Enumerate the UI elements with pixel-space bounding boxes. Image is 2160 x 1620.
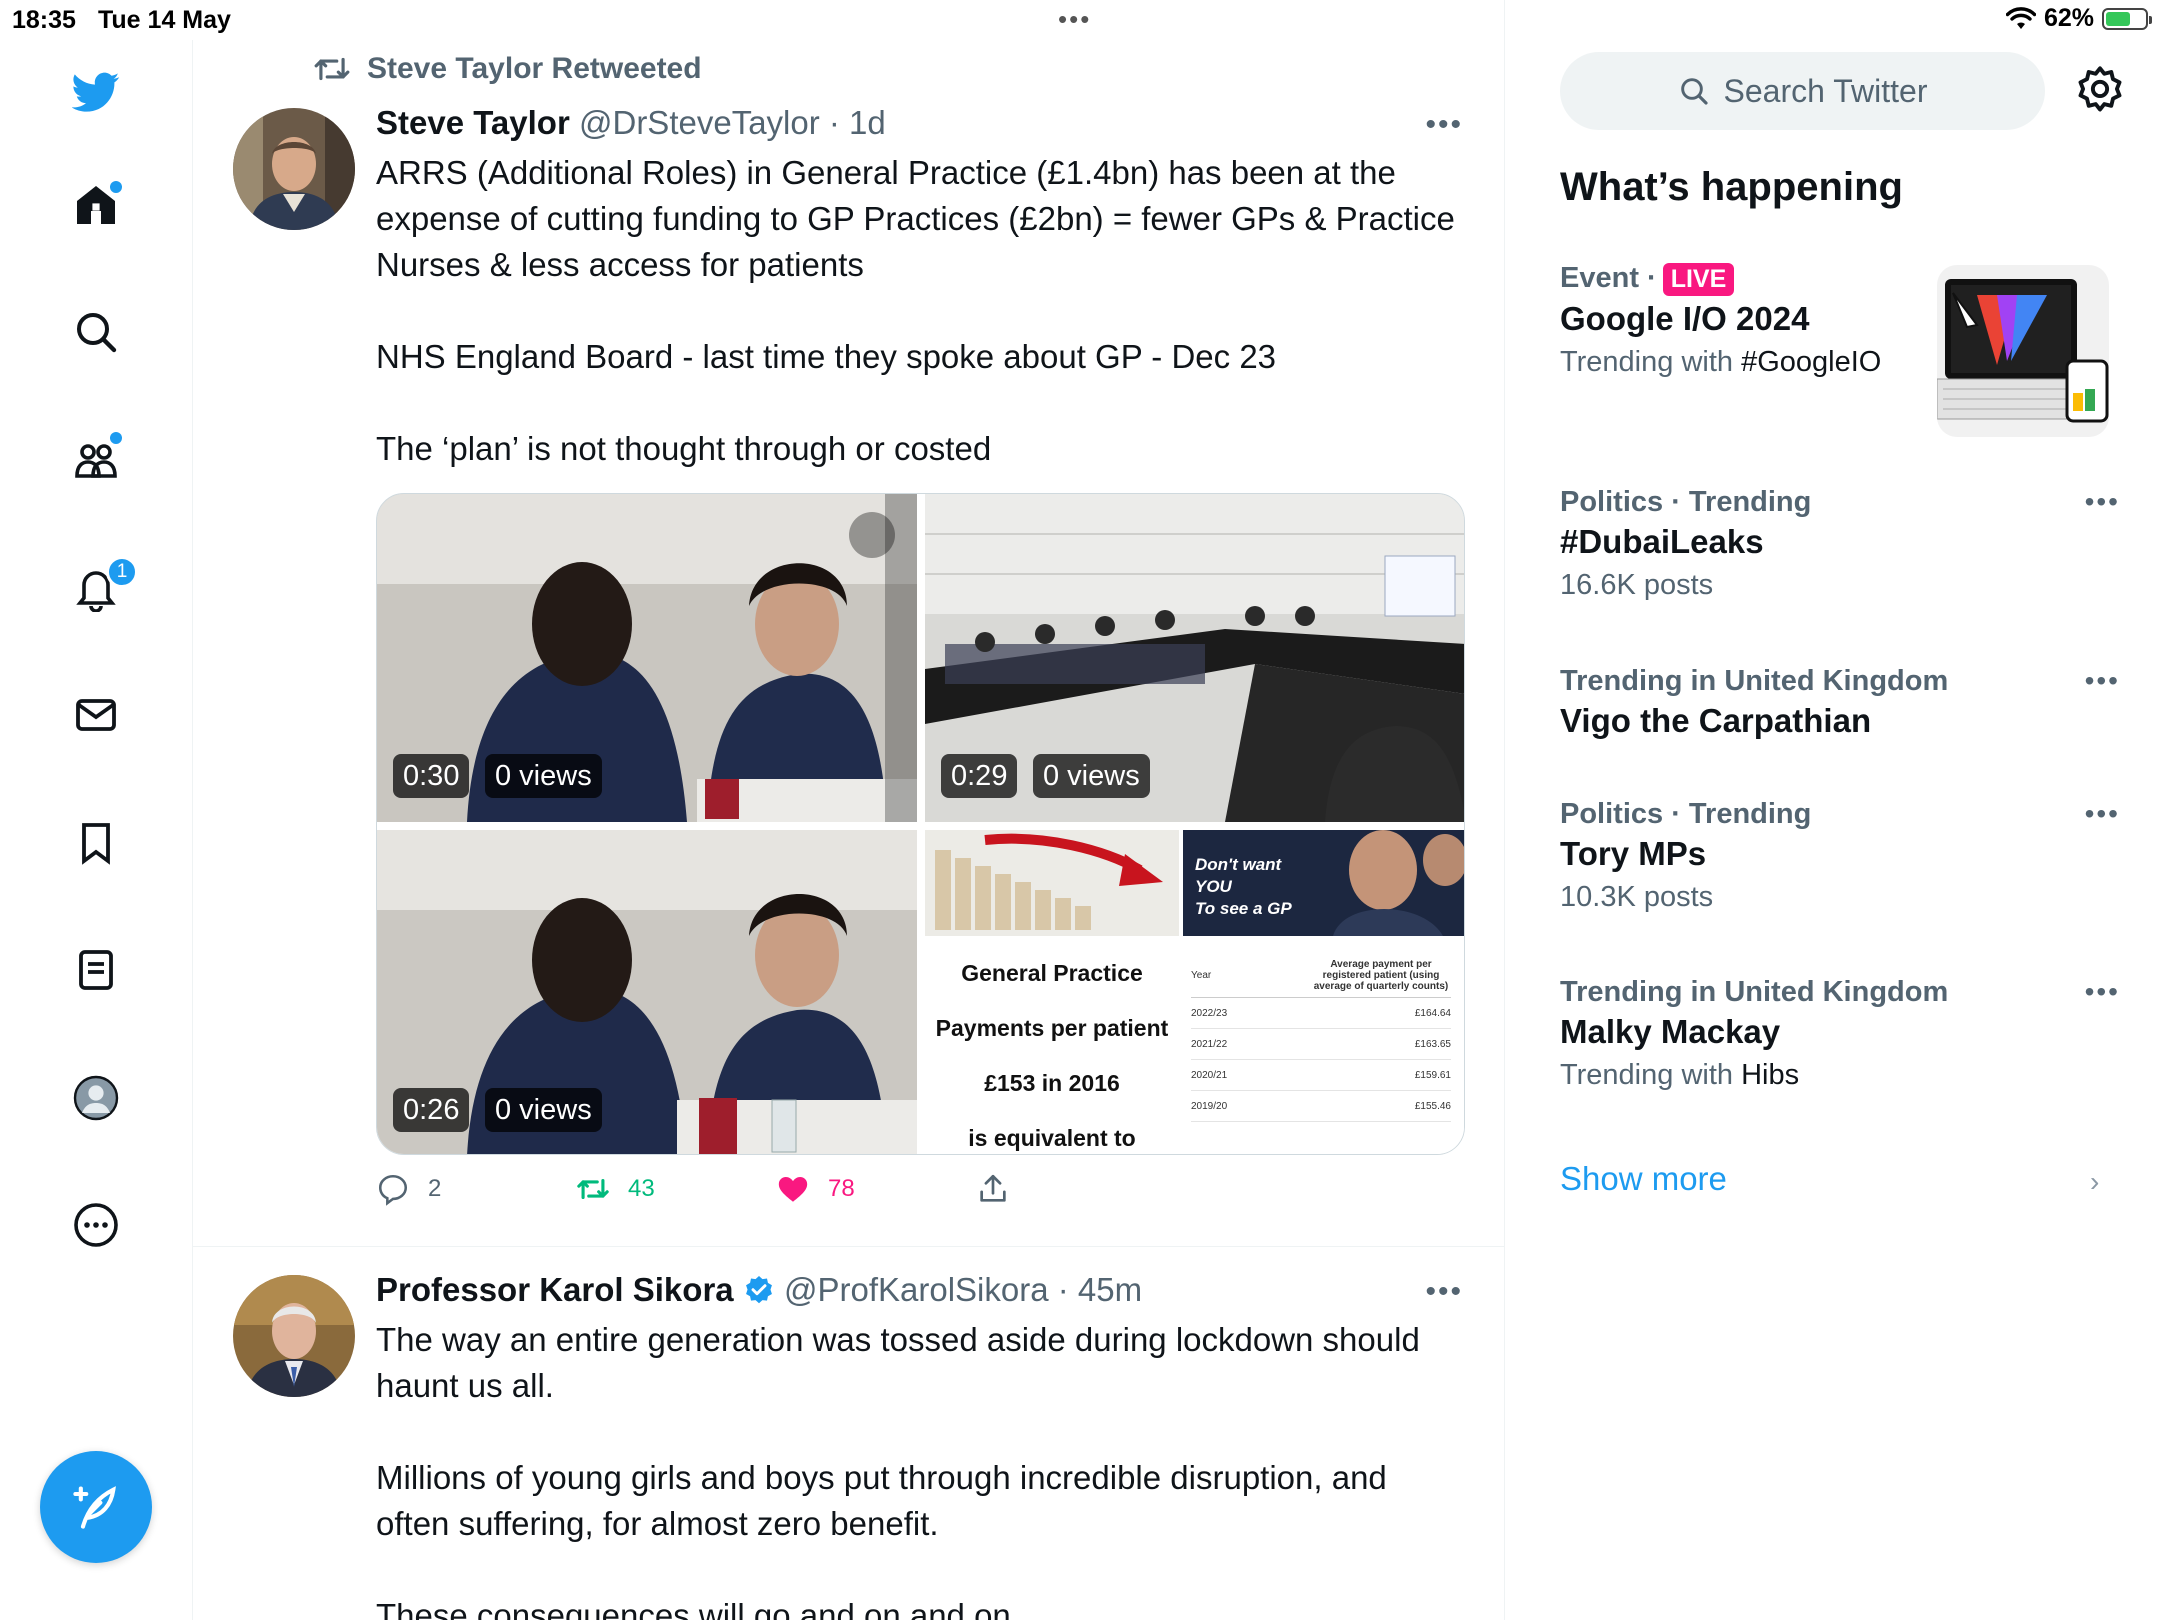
trend-item-malky-mackay[interactable]: Trending in United Kingdom Malky Mackay … xyxy=(1560,976,2120,1092)
tweet-text: ARRS (Additional Roles) in General Pract… xyxy=(376,154,1455,467)
lists-icon[interactable] xyxy=(66,940,126,1000)
verified-badge-icon xyxy=(745,1276,772,1304)
retweet-count: 43 xyxy=(628,1175,655,1202)
video-views: 0 views xyxy=(485,1088,602,1132)
search-icon xyxy=(1680,78,1708,105)
tweet-header: Professor Karol Sikora @ProfKarolSikora … xyxy=(376,1271,1142,1309)
author-handle[interactable]: @ProfKarolSikora xyxy=(784,1271,1049,1308)
compose-feather-icon xyxy=(73,1486,116,1529)
trend-posts-count: 16.6K posts xyxy=(1560,569,1714,601)
video-duration: 0:29 xyxy=(941,754,1018,798)
trend-hashtag[interactable]: #GoogleIO xyxy=(1741,346,1881,378)
retweeted-by-label: Steve Taylor Retweeted xyxy=(367,52,702,85)
author-name[interactable]: Professor Karol Sikora xyxy=(376,1271,734,1308)
search-icon[interactable] xyxy=(66,302,126,362)
like-count: 78 xyxy=(828,1175,855,1202)
event-thumbnail[interactable] xyxy=(1937,265,2109,437)
retweet-context: Steve Taylor Retweeted xyxy=(313,52,702,86)
left-navigation: 1 xyxy=(0,40,193,1620)
video-duration: 0:30 xyxy=(393,754,470,798)
reply-icon xyxy=(378,1174,408,1206)
right-sidebar: Search Twitter What’s happening Event · L… xyxy=(1505,0,2160,1620)
trend-category: Trending in United Kingdom xyxy=(1560,665,1949,697)
tweet-time[interactable]: · 1d xyxy=(829,104,886,141)
reply-count: 2 xyxy=(428,1175,442,1202)
trend-title: Vigo the Carpathian xyxy=(1560,702,1872,739)
home-icon[interactable] xyxy=(66,175,126,235)
hide-sensitive-icon[interactable] xyxy=(849,512,895,558)
search-placeholder: Search Twitter xyxy=(1723,72,1928,109)
video-views: 0 views xyxy=(1033,754,1150,798)
reply-button[interactable]: 2 xyxy=(376,1172,441,1206)
trend-sub: Trending with xyxy=(1560,1059,1742,1091)
retweet-icon xyxy=(314,57,350,81)
trend-sub: Trending with xyxy=(1560,346,1742,378)
messages-envelope-icon[interactable] xyxy=(66,685,126,745)
trend-posts-count: 10.3K posts xyxy=(1560,881,1714,913)
heart-icon xyxy=(778,1176,808,1202)
communities-unread-dot xyxy=(110,432,122,444)
video-duration: 0:26 xyxy=(393,1088,470,1132)
tweet-actions: 2 43 78 xyxy=(376,1172,1076,1222)
compose-tweet-button[interactable] xyxy=(40,1451,152,1563)
tweet-header: Steve Taylor @DrSteveTaylor · 1d xyxy=(376,104,886,142)
home-unread-dot xyxy=(110,181,122,193)
trend-more-icon[interactable]: ••• xyxy=(2085,798,2120,830)
status-time: 18:35 xyxy=(12,6,76,34)
trend-title: #DubaiLeaks xyxy=(1560,523,1764,560)
overlay-photo: Don't want YOU To see a GP xyxy=(1183,830,1464,936)
tweet-time[interactable]: · 45m xyxy=(1058,1271,1142,1308)
trend-more-icon[interactable]: ••• xyxy=(2085,665,2120,697)
video-thumbnail-2[interactable]: 0:29 0 views xyxy=(925,494,1464,822)
tweet-karol-sikora[interactable]: Professor Karol Sikora @ProfKarolSikora … xyxy=(193,1247,1505,1620)
trend-category: Politics · Trending xyxy=(1560,798,1812,830)
twitter-logo-icon[interactable] xyxy=(66,62,126,122)
payments-table: Year Average payment per registered pati… xyxy=(1191,954,1451,1122)
tweet-more-icon[interactable]: ••• xyxy=(1425,108,1463,142)
whats-happening-title: What’s happening xyxy=(1560,165,1903,209)
trend-title: Tory MPs xyxy=(1560,835,1707,872)
image-thumbnail-payments[interactable]: Don't want YOU To see a GP General Pract… xyxy=(925,830,1464,1154)
trend-item-tory-mps[interactable]: Politics · Trending Tory MPs 10.3K posts… xyxy=(1560,798,2120,914)
video-views: 0 views xyxy=(485,754,602,798)
communities-icon[interactable] xyxy=(66,430,126,490)
notifications-badge: 1 xyxy=(106,556,138,588)
author-handle[interactable]: @DrSteveTaylor xyxy=(579,104,820,141)
share-icon xyxy=(980,1174,1006,1202)
notifications-bell-icon[interactable]: 1 xyxy=(66,556,138,618)
share-button[interactable] xyxy=(976,1172,1010,1206)
live-badge: LIVE xyxy=(1662,263,1735,296)
like-button[interactable]: 78 xyxy=(776,1172,855,1206)
retweet-button[interactable]: 43 xyxy=(576,1172,655,1206)
trend-more-icon[interactable]: ••• xyxy=(2085,486,2120,518)
trend-category: Event · xyxy=(1560,262,1657,294)
overlay-text: Don't want YOU To see a GP xyxy=(1195,855,1292,918)
trend-item-dubaileaks[interactable]: Politics · Trending #DubaiLeaks 16.6K po… xyxy=(1560,486,2120,602)
payments-caption: General Practice Payments per patient £1… xyxy=(935,960,1169,1151)
avatar-karol-sikora[interactable] xyxy=(233,1275,355,1397)
tweet-steve-taylor[interactable]: Steve Taylor Retweeted Steve Taylor @DrS… xyxy=(193,0,1505,1246)
tweet-media-grid[interactable]: 0:30 0 views 0:29 0 views 0:26 0 views D… xyxy=(376,493,1465,1155)
trend-category: Politics · Trending xyxy=(1560,486,1812,518)
tweet-text: The way an entire generation was tossed … xyxy=(376,1321,1420,1620)
video-thumbnail-3[interactable]: 0:26 0 views xyxy=(377,830,917,1154)
timeline: Steve Taylor Retweeted Steve Taylor @DrS… xyxy=(193,0,1505,1620)
settings-gear-icon[interactable] xyxy=(2074,64,2126,116)
retweet-icon xyxy=(577,1178,609,1200)
profile-avatar-icon[interactable] xyxy=(66,1068,126,1128)
more-options-icon[interactable] xyxy=(66,1195,126,1255)
trend-hashtag[interactable]: Hibs xyxy=(1741,1059,1799,1091)
tweet-more-icon[interactable]: ••• xyxy=(1425,1275,1463,1309)
video-thumbnail-1[interactable]: 0:30 0 views xyxy=(377,494,917,822)
avatar-steve-taylor[interactable] xyxy=(233,108,355,230)
author-name[interactable]: Steve Taylor xyxy=(376,104,570,141)
chevron-right-icon[interactable]: › xyxy=(2090,1166,2099,1198)
bookmark-icon[interactable] xyxy=(66,813,126,873)
trend-title: Malky Mackay xyxy=(1560,1013,1781,1050)
trend-more-icon[interactable]: ••• xyxy=(2085,976,2120,1008)
trend-category: Trending in United Kingdom xyxy=(1560,976,1949,1008)
trend-item-vigo[interactable]: Trending in United Kingdom Vigo the Carp… xyxy=(1560,665,2120,740)
show-more-link[interactable]: Show more xyxy=(1560,1160,1727,1198)
search-input[interactable]: Search Twitter xyxy=(1560,52,2045,130)
